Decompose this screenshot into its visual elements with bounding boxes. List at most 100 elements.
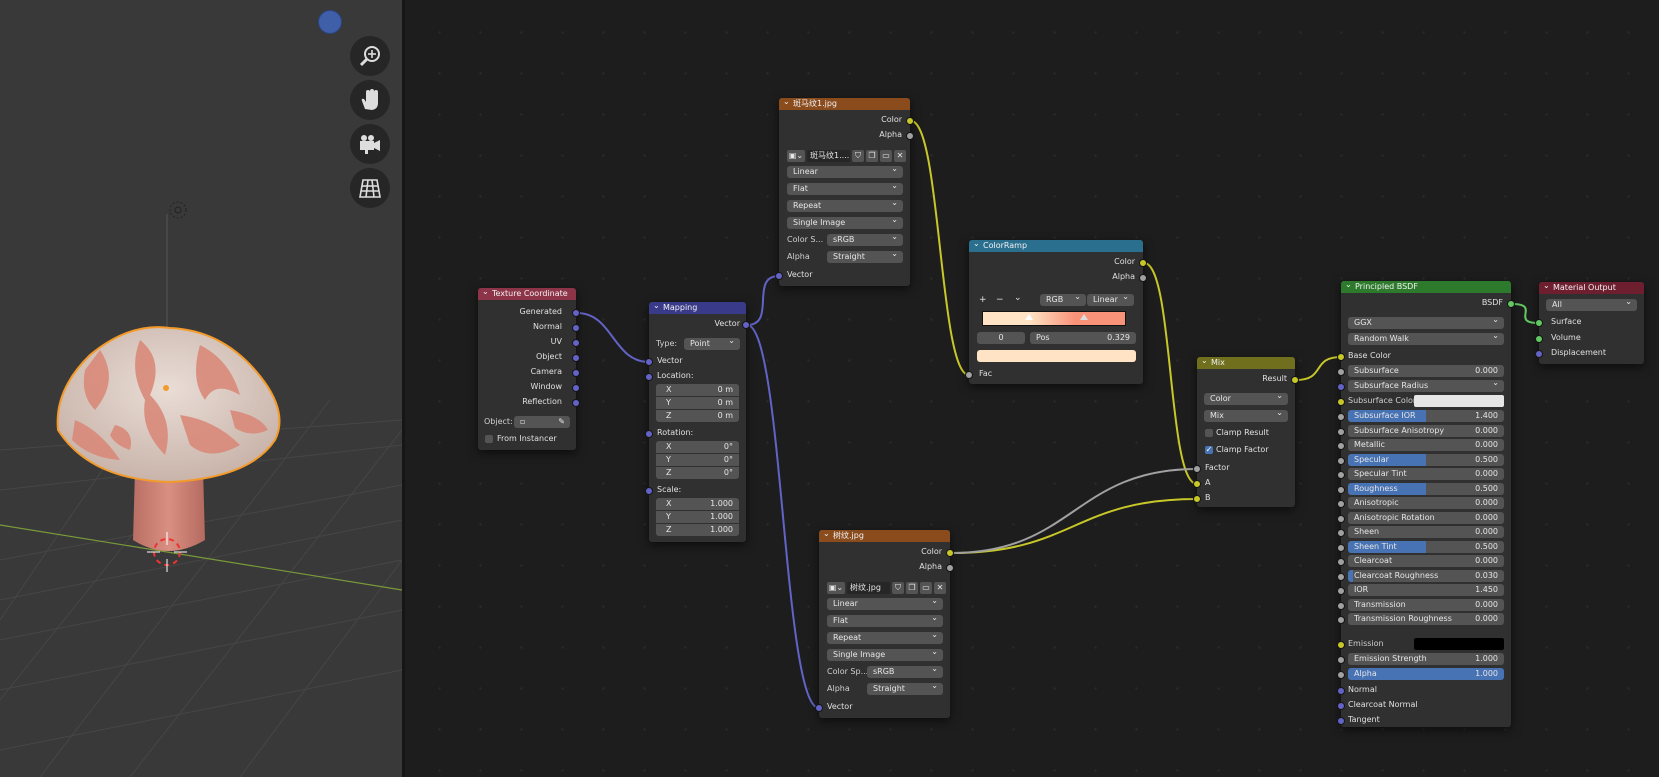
node-image-texture-2[interactable]: 树纹.jpg Color Alpha ▣⌄ 树纹.jpg ⛉ ❐ ▭ ✕ Lin… xyxy=(815,530,954,718)
bsdf-param-field[interactable]: Transmission Roughness 0.000 xyxy=(1348,613,1504,625)
active-stop-index[interactable]: 0 xyxy=(977,332,1025,344)
bsdf-param-socket[interactable] xyxy=(1337,427,1345,436)
socket-color[interactable] xyxy=(946,549,954,557)
bsdf-param-field[interactable]: Specular Tint 0.000 xyxy=(1348,468,1504,480)
bsdf-param-field[interactable]: Subsurface IOR 1.400 xyxy=(1348,410,1504,422)
stop-position-field[interactable]: Pos 0.329 xyxy=(1030,332,1136,344)
bsdf-param-field[interactable]: Sheen Tint 0.500 xyxy=(1348,540,1504,553)
subsurface-radius-dropdown[interactable]: Subsurface Radius xyxy=(1348,380,1504,392)
bsdf-param-field[interactable]: Specular 0.500 xyxy=(1348,453,1504,466)
image-browse-icon[interactable]: ▣⌄ xyxy=(787,150,805,162)
socket-color[interactable] xyxy=(906,117,914,125)
socket-alpha[interactable] xyxy=(1139,274,1147,282)
node-header[interactable]: ColorRamp xyxy=(969,240,1143,252)
bsdf-param-socket[interactable] xyxy=(1337,471,1345,479)
image-name-field[interactable]: 斑马纹1.... xyxy=(807,150,850,162)
bsdf-param-field[interactable]: Clearcoat 0.000 xyxy=(1348,555,1504,567)
bsdf-param-field[interactable]: Transmission 0.000 xyxy=(1348,598,1504,611)
scale-x-field[interactable]: X 1.000 xyxy=(656,498,739,510)
pan-hand-icon[interactable] xyxy=(350,80,390,120)
color-space-dropdown[interactable]: sRGB xyxy=(867,666,943,678)
color-mode-dropdown[interactable]: RGB xyxy=(1040,294,1086,306)
image-selector[interactable]: ▣⌄ 斑马纹1.... ⛉ ❐ ▭ ✕ xyxy=(787,150,906,162)
node-header[interactable]: Mapping xyxy=(649,302,746,314)
ramp-stop-0-handle[interactable] xyxy=(1025,314,1033,320)
socket-normal[interactable] xyxy=(572,324,580,332)
node-header[interactable]: Material Output xyxy=(1539,282,1644,294)
socket-object[interactable] xyxy=(572,354,580,362)
socket-generated[interactable] xyxy=(572,309,580,317)
socket-uv[interactable] xyxy=(572,339,580,347)
bsdf-param-socket[interactable] xyxy=(1337,413,1345,421)
location-z-field[interactable]: Z0 m xyxy=(656,410,739,422)
location-x-field[interactable]: X0 m xyxy=(656,384,739,396)
socket-tangent[interactable] xyxy=(1337,717,1345,725)
color-ramp-gradient[interactable] xyxy=(982,311,1126,326)
type-dropdown[interactable]: Point xyxy=(684,338,740,350)
alpha-mode-dropdown[interactable]: Straight xyxy=(827,251,903,263)
add-stop-button[interactable]: + xyxy=(979,295,987,305)
subsurface-method-dropdown[interactable]: Random Walk xyxy=(1348,333,1504,345)
socket-emission-strength[interactable] xyxy=(1337,656,1345,664)
node-principled-bsdf[interactable]: Principled BSDF BSDF GGX Random Walk Bas… xyxy=(1337,281,1515,727)
socket-input-vector[interactable] xyxy=(645,358,653,366)
node-mapping[interactable]: Mapping Vector Type: Point Vector Locati… xyxy=(645,302,750,542)
bsdf-param-field[interactable]: Metallic 0.000 xyxy=(1348,439,1504,451)
fake-user-icon[interactable]: ⛉ xyxy=(852,150,864,162)
source-dropdown[interactable]: Single Image xyxy=(827,649,943,661)
rotation-z-field[interactable]: Z 0° xyxy=(656,467,739,479)
node-header[interactable]: Principled BSDF xyxy=(1341,281,1511,293)
clamp-factor-checkbox[interactable]: ✓ xyxy=(1205,446,1213,454)
interpolation-dropdown[interactable]: Linear xyxy=(1087,294,1134,306)
socket-input-vector[interactable] xyxy=(815,704,823,712)
unlink-icon[interactable]: ✕ xyxy=(934,582,946,594)
open-folder-icon[interactable]: ▭ xyxy=(880,150,892,162)
ramp-menu-button[interactable]: ⌄ xyxy=(1014,293,1022,303)
unlink-icon[interactable]: ✕ xyxy=(894,150,906,162)
socket-fac[interactable] xyxy=(965,371,973,379)
zoom-icon[interactable] xyxy=(350,36,390,76)
image-browse-icon[interactable]: ▣⌄ xyxy=(827,582,845,594)
emission-color-swatch[interactable] xyxy=(1414,638,1504,650)
bsdf-param-field[interactable]: Clearcoat Roughness 0.030 xyxy=(1348,569,1504,582)
bsdf-param-socket[interactable] xyxy=(1337,529,1345,537)
rotation-y-field[interactable]: Y 0° xyxy=(656,454,739,466)
bsdf-param-field[interactable]: Roughness 0.500 xyxy=(1348,482,1504,495)
socket-rotation[interactable] xyxy=(645,430,653,438)
location-y-field[interactable]: Y0 m xyxy=(656,397,739,409)
bsdf-param-socket[interactable] xyxy=(1337,572,1345,581)
socket-factor[interactable] xyxy=(1193,465,1201,473)
bsdf-param-socket[interactable] xyxy=(1337,456,1345,465)
subsurface-field[interactable]: Subsurface 0.000 xyxy=(1348,365,1504,377)
image-name-field[interactable]: 树纹.jpg xyxy=(847,582,890,594)
camera-icon[interactable] xyxy=(350,124,390,164)
socket-b[interactable] xyxy=(1193,495,1201,503)
projection-dropdown[interactable]: Flat xyxy=(787,183,903,195)
node-colorramp[interactable]: ColorRamp Color Alpha + − ⌄ RGB Linear 0… xyxy=(965,240,1147,384)
alpha-mode-dropdown[interactable]: Straight xyxy=(867,683,943,695)
shader-node-editor[interactable]: Texture Coordinate Generated Normal UV O… xyxy=(405,0,1659,777)
bsdf-param-field[interactable]: Subsurface Anisotropy 0.000 xyxy=(1348,424,1504,437)
remove-stop-button[interactable]: − xyxy=(996,295,1004,305)
bsdf-param-socket[interactable] xyxy=(1337,587,1345,595)
extension-dropdown[interactable]: Repeat xyxy=(827,632,943,644)
socket-base-color[interactable] xyxy=(1337,353,1345,361)
3d-viewport[interactable] xyxy=(0,0,402,777)
socket-subsurface-color[interactable] xyxy=(1337,398,1345,406)
node-texture-coordinate[interactable]: Texture Coordinate Generated Normal UV O… xyxy=(478,288,580,450)
stop-color-swatch[interactable] xyxy=(977,350,1136,362)
from-instancer-checkbox[interactable] xyxy=(485,435,493,443)
socket-reflection[interactable] xyxy=(572,399,580,407)
open-folder-icon[interactable]: ▭ xyxy=(920,582,932,594)
clamp-result-checkbox[interactable] xyxy=(1205,429,1213,437)
interpolation-dropdown[interactable]: Linear xyxy=(787,166,903,178)
socket-normal[interactable] xyxy=(1337,687,1345,695)
bsdf-param-field[interactable]: IOR 1.450 xyxy=(1348,584,1504,596)
bsdf-param-socket[interactable] xyxy=(1337,442,1345,450)
duplicate-icon[interactable]: ❐ xyxy=(906,582,918,594)
socket-color[interactable] xyxy=(1139,259,1147,267)
data-type-dropdown[interactable]: Color xyxy=(1204,393,1288,405)
socket-surface[interactable] xyxy=(1535,319,1543,327)
socket-alpha[interactable] xyxy=(946,564,954,572)
eyedropper-icon[interactable]: ✎ xyxy=(558,416,565,428)
